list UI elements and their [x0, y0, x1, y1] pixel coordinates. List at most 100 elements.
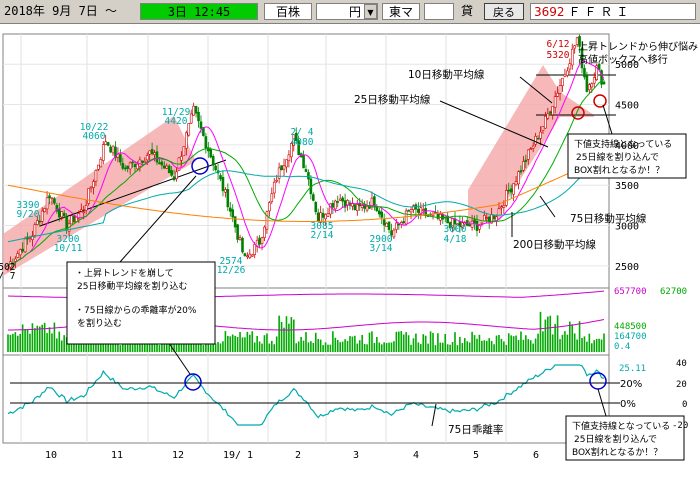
candle-body — [353, 204, 357, 211]
volume-bar — [78, 344, 80, 352]
candle-body — [57, 208, 61, 218]
volume-bar — [34, 328, 36, 352]
candle-body — [182, 146, 186, 157]
volume-bar — [346, 340, 349, 352]
volume-bar — [473, 335, 476, 352]
volume-bar — [229, 336, 232, 352]
price-point-value: 4080 — [291, 137, 314, 148]
price-tick: 3500 — [615, 181, 639, 192]
volume-bar — [251, 331, 254, 352]
volume-bar — [564, 331, 566, 352]
chevron-down-icon[interactable]: ▼ — [364, 4, 377, 19]
candle-body — [141, 160, 144, 163]
volume-bar — [512, 336, 515, 352]
candle-body — [136, 163, 139, 170]
volume-bar — [268, 343, 271, 352]
candle-body — [75, 216, 78, 222]
volume-bar — [266, 333, 268, 352]
volume-bar — [310, 341, 312, 352]
volume-bar — [415, 333, 417, 352]
right-note-line-2: 25日線を割り込んで — [576, 151, 659, 163]
volume-bar — [234, 335, 236, 352]
volume-bar — [451, 341, 454, 352]
volume-bar — [378, 342, 381, 352]
volume-bar — [544, 319, 547, 352]
volume-bar — [398, 331, 400, 352]
candle-body — [36, 220, 39, 225]
candle-body — [228, 207, 232, 212]
candle-body — [185, 132, 188, 149]
volume-bar — [488, 338, 490, 352]
candle-body — [502, 205, 506, 208]
candle-body — [382, 219, 386, 226]
volume-bar — [219, 343, 222, 352]
left-note-line-2: 25日移動平均線を割り込む — [77, 280, 187, 292]
candle-body — [65, 216, 68, 231]
volume-bar — [495, 335, 498, 352]
market-field[interactable]: 東マ — [382, 3, 420, 20]
candle-body — [397, 223, 401, 226]
volume-bar — [29, 333, 31, 352]
volume-bar — [483, 340, 486, 352]
volume-bar — [510, 335, 512, 352]
volume-bar — [202, 344, 205, 352]
volume-bar — [603, 333, 605, 352]
volume-bar — [273, 344, 276, 352]
volume-bar — [21, 324, 24, 352]
volume-bar — [24, 329, 26, 352]
volume-bar — [280, 322, 283, 352]
candle-body — [153, 152, 156, 155]
volume-bar — [339, 342, 341, 352]
volume-bar — [58, 331, 61, 352]
volume-bar — [554, 323, 556, 352]
price-tick: 5000 — [615, 60, 639, 71]
price-tick: 4500 — [615, 101, 639, 112]
candle-body — [321, 212, 325, 218]
volume-bar — [517, 340, 520, 352]
volume-bar — [288, 323, 290, 352]
back-button[interactable]: 戻る — [484, 3, 524, 20]
period-time-field[interactable]: 3日 12:45 — [140, 3, 258, 20]
price-point-date: 2/ 4 — [291, 127, 314, 138]
candle-body — [519, 170, 523, 173]
volume-bar — [283, 327, 285, 352]
volume-bar — [16, 335, 19, 352]
volume-bar — [317, 338, 320, 352]
candle-body — [104, 141, 108, 145]
loan-label: 貸 — [460, 4, 473, 18]
candle-body — [214, 165, 217, 171]
candle-body — [563, 73, 567, 77]
candle-body — [150, 149, 154, 154]
candle-body — [92, 181, 95, 188]
candle-body — [209, 148, 213, 158]
candle-body — [302, 155, 305, 169]
volume-bar — [227, 335, 229, 352]
deviation-tick-minus20: -20 — [672, 421, 688, 431]
blank-field[interactable] — [424, 3, 454, 20]
volume-bar — [376, 337, 378, 352]
candle-body — [531, 145, 535, 149]
volume-bar — [532, 343, 534, 352]
candle-body — [590, 83, 594, 88]
candle-body — [148, 150, 151, 155]
candle-body — [18, 249, 22, 256]
candle-body — [221, 177, 225, 192]
volume-bar — [244, 337, 246, 352]
volume-bar — [246, 331, 249, 352]
candle-body — [243, 253, 247, 256]
lot-unit-field[interactable]: 百株 — [264, 3, 312, 20]
stock-code-field[interactable]: 3692 ＦＦＲＩ — [530, 3, 696, 20]
left-note-line-3: ・75日線からの乖離率が20% — [75, 304, 197, 316]
volume-bar — [498, 334, 500, 352]
volume-bar — [297, 341, 300, 352]
volume-bar — [542, 331, 544, 352]
candle-body — [111, 145, 115, 154]
volume-bar — [31, 323, 34, 352]
candle-body — [121, 163, 125, 169]
volume-bar — [466, 341, 469, 352]
candle-body — [180, 156, 183, 161]
candle-body — [548, 111, 552, 114]
price-point-value: 5320 — [547, 50, 570, 61]
svg-text:を割り込む: を割り込む — [77, 317, 122, 329]
volume-bar — [493, 344, 495, 352]
